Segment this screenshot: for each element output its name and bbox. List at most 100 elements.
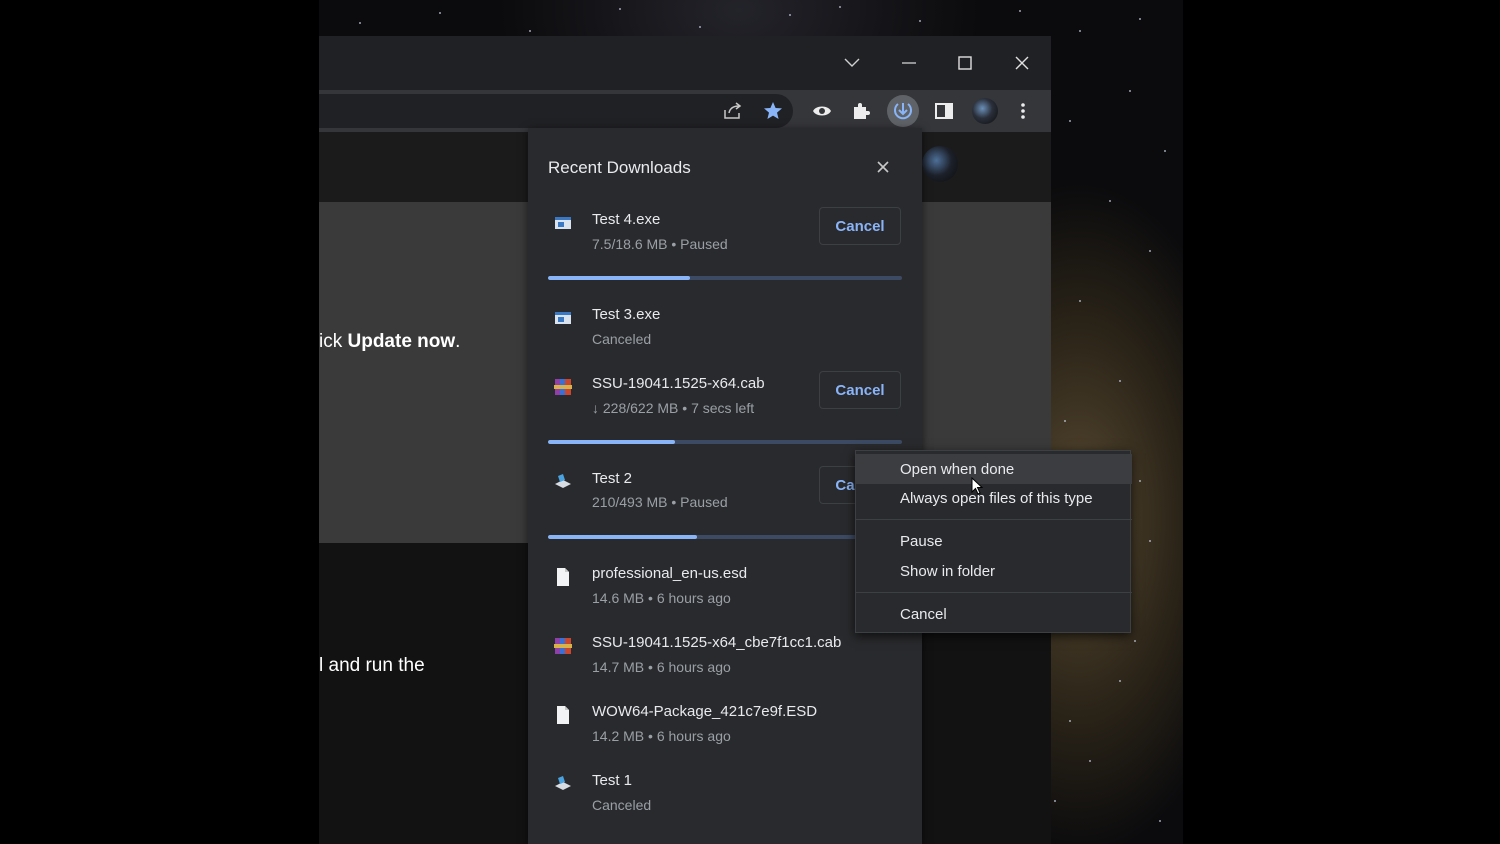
extensions-icon (854, 103, 870, 119)
page-instruction-text: ick Update now. (319, 331, 460, 353)
menu-item-cancel[interactable]: Cancel (856, 599, 1132, 629)
download-filename: professional_en-us.esd (592, 565, 748, 582)
page-avatar (922, 146, 958, 182)
downloads-title: Recent Downloads (548, 158, 691, 177)
download-filename: SSU-19041.1525-x64_cbe7f1cc1.cab (592, 634, 842, 651)
download-progress-bar (548, 276, 902, 280)
download-status: 14.6 MB • 6 hours ago (592, 590, 731, 606)
star (1069, 120, 1071, 122)
mouse-cursor-icon (971, 477, 983, 495)
star (699, 26, 701, 28)
downloads-button[interactable] (887, 95, 919, 127)
star (439, 12, 441, 14)
download-context-menu: Open when done Always open files of this… (855, 450, 1132, 633)
cancel-download-button[interactable]: Cancel (819, 207, 901, 245)
download-filename: Test 1 (592, 772, 633, 789)
star (1069, 720, 1071, 722)
download-icon (894, 103, 912, 120)
star (529, 30, 531, 32)
star (1064, 420, 1066, 422)
star (1089, 760, 1091, 762)
download-filename: Test 3.exe (592, 306, 661, 323)
download-status: 14.7 MB • 6 hours ago (592, 659, 731, 675)
installer-icon (555, 776, 571, 790)
star (1149, 250, 1151, 252)
menu-separator (856, 519, 1132, 520)
star (1134, 640, 1136, 642)
page-text-suffix: . (455, 331, 461, 352)
star (1164, 150, 1166, 152)
menu-separator (856, 592, 1132, 593)
tab-search-button[interactable] (834, 45, 870, 81)
star (1079, 30, 1081, 32)
minimize-button[interactable] (891, 45, 927, 81)
exe-icon (555, 217, 571, 229)
side-panel-button[interactable] (928, 95, 960, 127)
share-button[interactable] (717, 95, 749, 127)
download-progress-bar (548, 535, 902, 539)
download-filename: SSU-19041.1525-x64.cab (592, 375, 765, 392)
menu-icon (1021, 103, 1025, 119)
page-text-prefix: ick (319, 331, 348, 352)
extensions-button[interactable] (845, 95, 877, 127)
side-panel-icon (935, 103, 953, 119)
minimize-icon (902, 62, 916, 64)
star (789, 14, 791, 16)
download-status: ↓ 228/622 MB • 7 secs left (592, 400, 755, 416)
maximize-button[interactable] (947, 45, 983, 81)
download-status: Canceled (592, 331, 652, 347)
installer-icon (555, 474, 571, 488)
chevron-down-icon (844, 58, 860, 67)
maximize-icon (958, 56, 972, 70)
star (919, 20, 921, 22)
star (1079, 300, 1081, 302)
download-filename: WOW64-Package_421c7e9f.ESD (592, 703, 818, 720)
eye-icon (813, 106, 831, 116)
menu-item-pause[interactable]: Pause (856, 526, 1132, 556)
profile-button[interactable] (969, 95, 1001, 127)
star (1119, 380, 1121, 382)
download-status: 210/493 MB • Paused (592, 494, 728, 510)
progress-fill (548, 276, 690, 280)
archive-icon (554, 379, 572, 395)
toolbar (319, 90, 1051, 132)
exe-icon (555, 312, 571, 324)
download-filename: Test 2 (592, 470, 633, 487)
close-window-button[interactable] (1004, 45, 1040, 81)
star (1159, 820, 1161, 822)
download-status: 14.2 MB • 6 hours ago (592, 728, 731, 744)
progress-fill (548, 535, 697, 539)
download-filename: Test 4.exe (592, 211, 661, 228)
share-icon (724, 102, 742, 119)
star (839, 6, 841, 8)
file-icon (557, 706, 569, 724)
star (1019, 10, 1021, 12)
eye-extension-button[interactable] (806, 95, 838, 127)
bookmark-button[interactable] (757, 95, 789, 127)
star (359, 22, 361, 24)
menu-item-open-when-done[interactable]: Open when done (856, 454, 1132, 484)
cancel-download-button[interactable]: Cancel (819, 371, 901, 409)
download-status: Canceled (592, 797, 652, 813)
star (619, 8, 621, 10)
chrome-menu-button[interactable] (1007, 95, 1039, 127)
star (1139, 18, 1141, 20)
star (1139, 480, 1141, 482)
download-status: 7.5/18.6 MB • Paused (592, 236, 728, 252)
star (1149, 540, 1151, 542)
star (1119, 680, 1121, 682)
downloads-close-button[interactable] (868, 154, 898, 180)
star-icon (764, 102, 782, 119)
update-now-text: Update now (347, 331, 456, 352)
page-run-text: l and run the (319, 655, 425, 676)
menu-item-always-open-type[interactable]: Always open files of this type (856, 483, 1132, 513)
close-icon (1015, 56, 1029, 70)
progress-fill (548, 440, 676, 444)
file-icon (557, 568, 569, 586)
archive-icon (554, 638, 572, 654)
star (1129, 90, 1131, 92)
download-progress-bar (548, 440, 902, 444)
avatar (972, 98, 998, 124)
star (1054, 800, 1056, 802)
menu-item-show-in-folder[interactable]: Show in folder (856, 556, 1132, 586)
